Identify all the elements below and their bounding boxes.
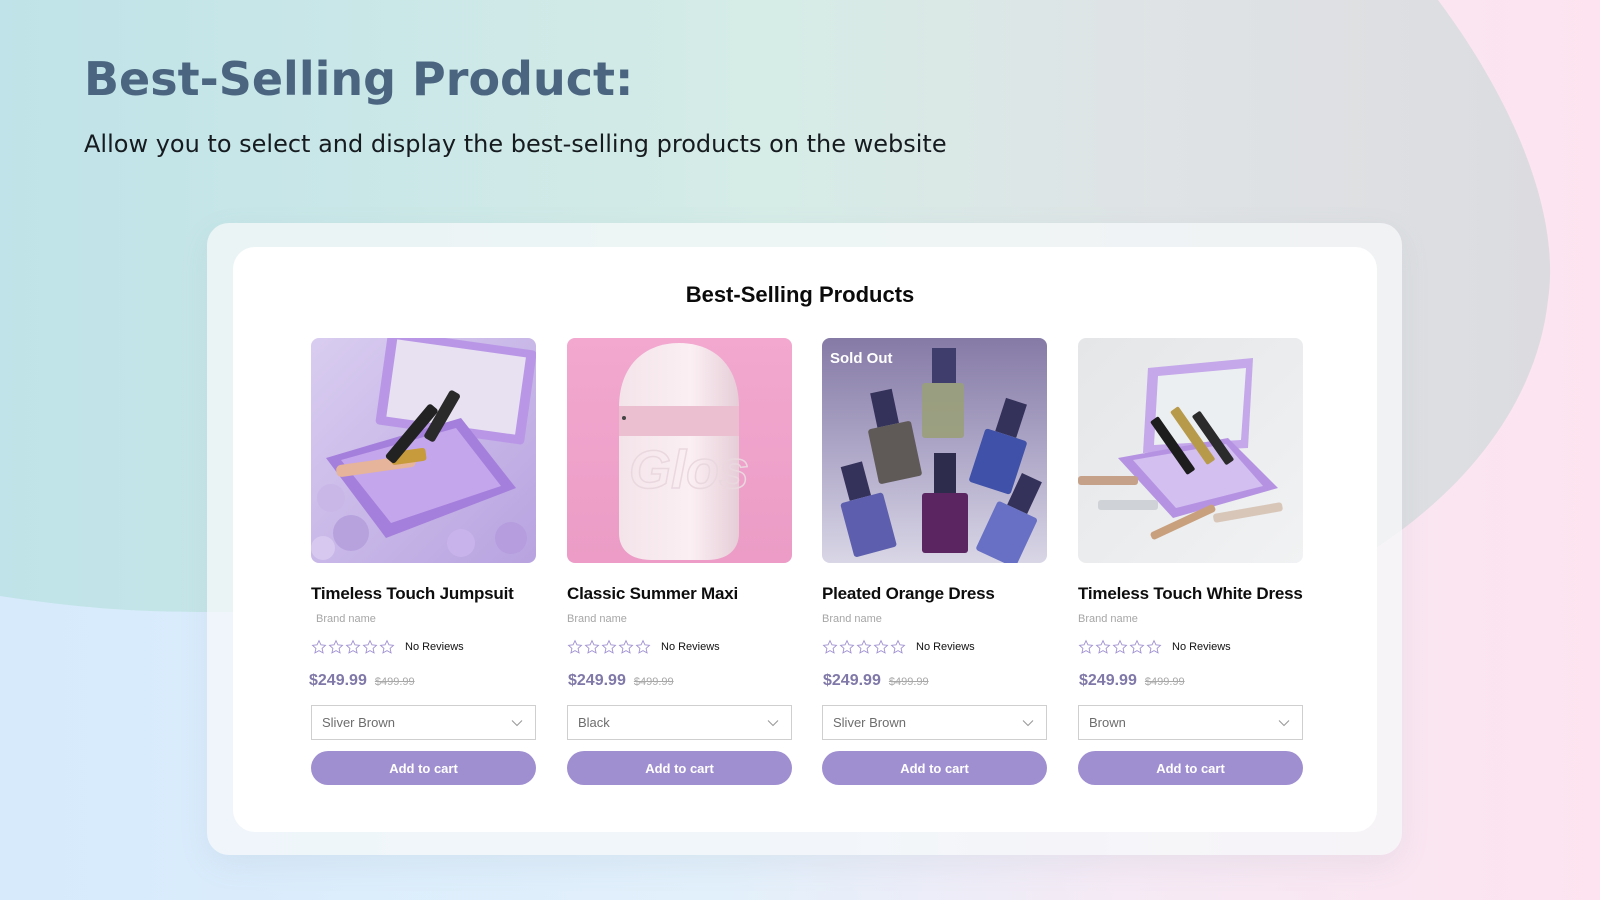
bottle-image: Glos [567, 338, 792, 563]
brand-name: Brand name [1078, 613, 1138, 625]
compare-price: $499.99 [374, 676, 415, 688]
brand-name: Brand name [822, 613, 882, 625]
product-name[interactable]: Pleated Orange Dress [822, 584, 995, 604]
star-outline-icon [345, 639, 361, 654]
variant-select[interactable]: Black [567, 705, 792, 740]
star-outline-icon [822, 639, 838, 654]
variant-value: Sliver Brown [833, 715, 906, 730]
star-rating [822, 639, 906, 655]
star-outline-icon [601, 639, 617, 654]
star-rating [311, 639, 395, 655]
add-to-cart-button[interactable]: Add to cart [822, 751, 1047, 785]
product-rating: No Reviews [1078, 638, 1231, 656]
star-outline-icon [1146, 639, 1162, 654]
makeup-case-image [311, 338, 536, 563]
add-to-cart-button[interactable]: Add to cart [1078, 751, 1303, 785]
compare-price: $499.99 [888, 676, 929, 688]
product-image[interactable] [1078, 338, 1303, 563]
review-count: No Reviews [916, 641, 975, 653]
variant-select[interactable]: Sliver Brown [311, 705, 536, 740]
variant-value: Black [578, 715, 610, 730]
product-rating: No Reviews [311, 638, 464, 656]
product-name[interactable]: Timeless Touch White Dress [1078, 584, 1303, 604]
product-rating: No Reviews [567, 638, 720, 656]
brand-name: Brand name [316, 613, 376, 625]
star-outline-icon [1078, 639, 1094, 654]
sale-price: $249.99 [568, 672, 626, 689]
chevron-down-icon [767, 719, 779, 726]
add-to-cart-button[interactable]: Add to cart [311, 751, 536, 785]
variant-value: Sliver Brown [322, 715, 395, 730]
variant-value: Brown [1089, 715, 1126, 730]
star-outline-icon [1112, 639, 1128, 654]
star-outline-icon [890, 639, 906, 654]
star-outline-icon [311, 639, 327, 654]
brand-name: Brand name [567, 613, 627, 625]
star-outline-icon [856, 639, 872, 654]
add-to-cart-button[interactable]: Add to cart [567, 751, 792, 785]
section-title: Best-Selling Products [685, 282, 915, 307]
star-outline-icon [873, 639, 889, 654]
lip-products-image [1078, 338, 1303, 563]
sold-out-badge: Sold Out [830, 350, 893, 367]
review-count: No Reviews [661, 641, 720, 653]
price-block: $249.99 $499.99 [1079, 672, 1185, 690]
star-outline-icon [635, 639, 651, 654]
sale-price: $249.99 [309, 672, 367, 689]
star-outline-icon [379, 639, 395, 654]
product-name[interactable]: Classic Summer Maxi [567, 584, 738, 604]
product-grid: Timeless Touch Jumpsuit Brand name No Re… [309, 338, 1305, 788]
sale-price: $249.99 [823, 672, 881, 689]
product-image[interactable]: Sold Out [822, 338, 1047, 563]
review-count: No Reviews [405, 641, 464, 653]
star-outline-icon [1095, 639, 1111, 654]
product-image[interactable] [311, 338, 536, 563]
star-outline-icon [618, 639, 634, 654]
compare-price: $499.99 [1144, 676, 1185, 688]
star-outline-icon [328, 639, 344, 654]
star-outline-icon [839, 639, 855, 654]
star-outline-icon [1129, 639, 1145, 654]
nail-polish-image [822, 338, 1047, 563]
product-name[interactable]: Timeless Touch Jumpsuit [311, 584, 514, 604]
star-outline-icon [584, 639, 600, 654]
product-image[interactable]: Glos [567, 338, 792, 563]
chevron-down-icon [1022, 719, 1034, 726]
sale-price: $249.99 [1079, 672, 1137, 689]
product-rating: No Reviews [822, 638, 975, 656]
star-rating [1078, 639, 1162, 655]
star-rating [567, 639, 651, 655]
star-outline-icon [567, 639, 583, 654]
star-outline-icon [362, 639, 378, 654]
chevron-down-icon [511, 719, 523, 726]
variant-select[interactable]: Brown [1078, 705, 1303, 740]
price-block: $249.99 $499.99 [309, 672, 415, 690]
chevron-down-icon [1278, 719, 1290, 726]
svg-text:Glos: Glos [629, 440, 749, 500]
hero-title: Best-Selling Product: [84, 52, 634, 106]
variant-select[interactable]: Sliver Brown [822, 705, 1047, 740]
price-block: $249.99 $499.99 [568, 672, 674, 690]
hero-subtitle: Allow you to select and display the best… [84, 130, 947, 158]
compare-price: $499.99 [633, 676, 674, 688]
price-block: $249.99 $499.99 [823, 672, 929, 690]
review-count: No Reviews [1172, 641, 1231, 653]
